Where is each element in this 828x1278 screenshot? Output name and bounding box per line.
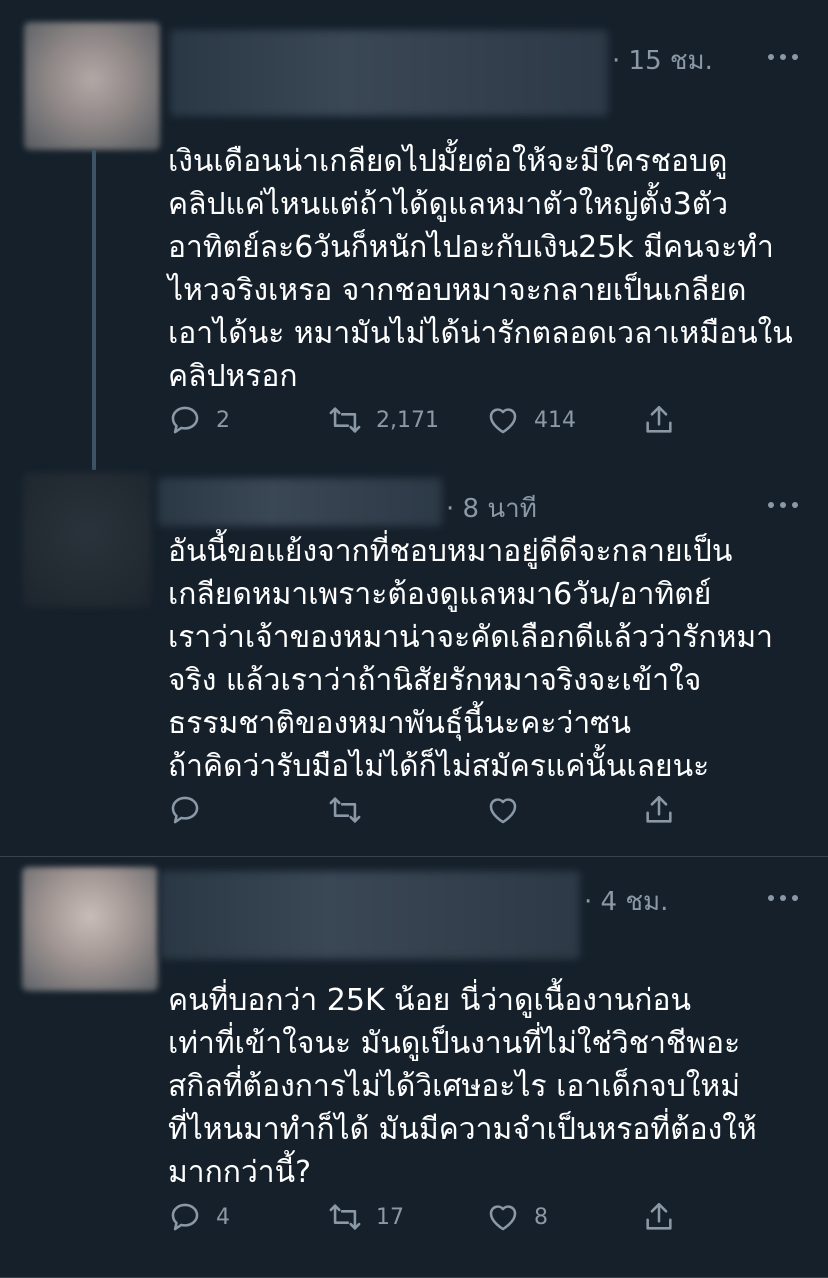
thread-line: [92, 150, 96, 470]
reply-icon: [171, 406, 199, 434]
retweet-button[interactable]: 2,171: [328, 400, 439, 440]
tweet-text: คนที่บอกว่า 25K น้อย นี่ว่าดูเนื้องานก่อ…: [168, 979, 798, 1194]
timestamp[interactable]: · 15 ชม.: [612, 40, 713, 81]
tweet-text: เงินเดือนน่าเกลียดไปมั้ยต่อให้จะมีใครชอบ…: [168, 140, 798, 398]
avatar[interactable]: [24, 22, 160, 150]
like-button[interactable]: 8: [486, 1197, 548, 1237]
share-icon: [646, 1202, 672, 1230]
reply-icon: [171, 796, 199, 824]
more-icon[interactable]: [768, 893, 798, 903]
tweet-3[interactable]: · 4 ชม. คนที่บอกว่า 25K น้อย นี่ว่าดูเนื…: [0, 857, 828, 1278]
like-button[interactable]: [486, 790, 520, 830]
tweet-text: อันนี้ขอแย้งจากที่ชอบหมาอยู่ดีดีจะกลายเป…: [168, 530, 798, 788]
tweet-actions: 4 17 8: [168, 1197, 708, 1237]
tweet-text-line: จริง แล้วเราว่าถ้านิสัยรักหมาจริงจะเข้าใ…: [168, 663, 702, 698]
tweet-text-line: อาทิตย์ละ6วันก็หนักไปอะกับเงิน25k มีคนจะ…: [168, 230, 774, 265]
reply-button[interactable]: [168, 790, 202, 830]
share-button[interactable]: [642, 790, 676, 830]
timestamp[interactable]: · 4 ชม.: [584, 881, 668, 922]
reply-icon: [171, 1203, 199, 1231]
author-name[interactable]: [158, 478, 442, 526]
retweet-count: 17: [376, 1204, 404, 1230]
reply-count: 4: [216, 1204, 230, 1230]
like-button[interactable]: 414: [486, 400, 576, 440]
retweet-button[interactable]: 17: [328, 1197, 404, 1237]
avatar[interactable]: [22, 867, 158, 991]
tweet-text-line: สกิลที่ต้องการไม่ได้วิเศษอะไร เอาเด็กจบใ…: [168, 1069, 740, 1104]
like-icon: [489, 798, 517, 824]
reply-button[interactable]: 4: [168, 1197, 230, 1237]
author-name[interactable]: [170, 30, 608, 116]
tweet-actions: 2 2,171 414: [168, 400, 708, 440]
tweet-text-line: คลิปหรอก: [168, 359, 298, 394]
like-count: 414: [534, 407, 576, 433]
tweet-text-line: คนที่บอกว่า 25K น้อย นี่ว่าดูเนื้องานก่อ…: [168, 983, 691, 1018]
share-icon: [646, 405, 672, 433]
tweet-actions: [168, 790, 708, 830]
more-icon[interactable]: [768, 52, 798, 62]
tweet-text-line: ธรรมชาติของหมาพันธุ์นี้นะคะว่าซน: [168, 706, 632, 741]
share-button[interactable]: [642, 1197, 676, 1237]
tweet-text-line: เอาได้นะ หมามันไม่ได้น่ารักตลอดเวลาเหมือ…: [168, 316, 793, 351]
tweet-text-line: เราว่าเจ้าของหมาน่าจะคัดเลือกดีแล้วว่ารั…: [168, 620, 773, 655]
reply-button[interactable]: 2: [168, 400, 230, 440]
reply-count: 2: [216, 407, 230, 433]
avatar[interactable]: [22, 472, 152, 608]
tweet-text-line: ไหวจริงเหรอ จากชอบหมาจะกลายเป็นเกลียด: [168, 273, 747, 308]
more-icon[interactable]: [768, 500, 798, 510]
share-button[interactable]: [642, 400, 676, 440]
tweet-1[interactable]: · 15 ชม. เงินเดือนน่าเกลียดไปมั้ยต่อให้จ…: [0, 0, 828, 470]
retweet-icon: [329, 797, 361, 823]
retweet-count: 2,171: [376, 407, 439, 433]
like-count: 8: [534, 1204, 548, 1230]
timestamp[interactable]: · 8 นาที: [446, 488, 537, 529]
tweet-text-line: อันนี้ขอแย้งจากที่ชอบหมาอยู่ดีดีจะกลายเป…: [168, 534, 733, 569]
retweet-icon: [329, 407, 361, 433]
like-icon: [489, 1205, 517, 1231]
tweet-text-line: คลิปแค่ไหนแต่ถ้าได้ดูแลหมาตัวใหญ่ตั้ง3ตั…: [168, 187, 729, 222]
author-name[interactable]: [160, 871, 580, 959]
tweet-2[interactable]: · 8 นาที อันนี้ขอแย้งจากที่ชอบหมาอยู่ดีด…: [0, 470, 828, 856]
like-icon: [489, 408, 517, 434]
share-icon: [646, 795, 672, 823]
retweet-icon: [329, 1204, 361, 1230]
tweet-text-line: มากกว่านี้?: [168, 1155, 312, 1190]
tweet-text-line: ที่ไหนมาทำก็ได้ มันมีความจำเป็นหรอที่ต้อ…: [168, 1112, 757, 1147]
tweet-text-line: เงินเดือนน่าเกลียดไปมั้ยต่อให้จะมีใครชอบ…: [168, 144, 728, 179]
tweet-text-line: ถ้าคิดว่ารับมือไม่ได้ก็ไม่สมัครแค่นั้นเล…: [168, 749, 710, 784]
tweet-text-line: เกลียดหมาเพราะต้องดูแลหมา6วัน/อาทิตย์: [168, 577, 712, 612]
tweet-text-line: เท่าที่เข้าใจนะ มันดูเป็นงานที่ไม่ใช่วิช…: [168, 1026, 741, 1061]
retweet-button[interactable]: [328, 790, 362, 830]
